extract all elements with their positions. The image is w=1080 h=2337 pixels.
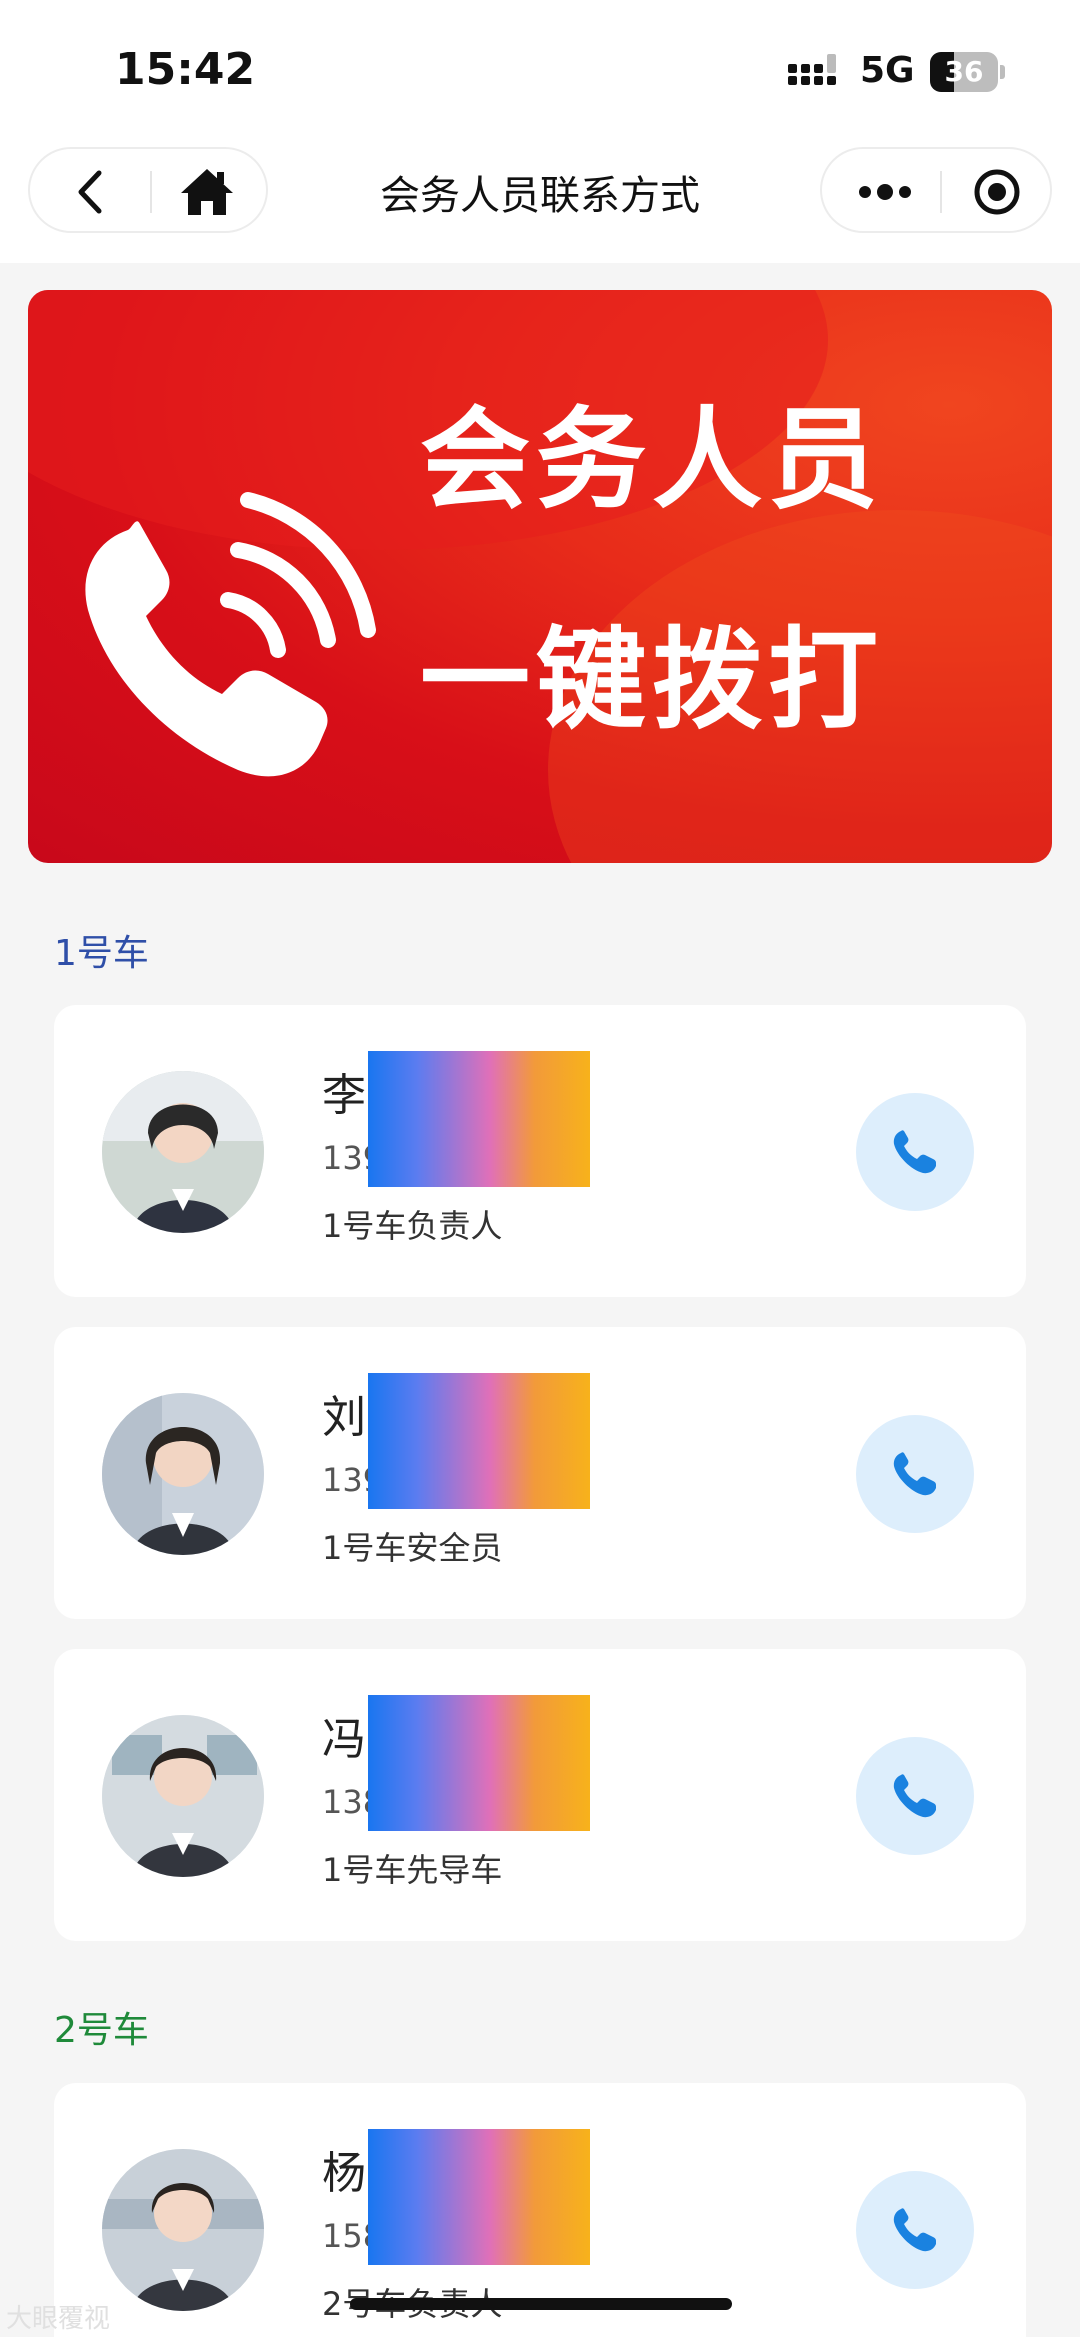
nav-bar: 会务人员联系方式 — [0, 135, 1080, 263]
contact-card[interactable]: 刘 139 1号车安全员 — [54, 1327, 1026, 1619]
avatar — [102, 2149, 264, 2311]
close-miniprogram-button[interactable] — [970, 167, 1024, 217]
phone-icon — [893, 1774, 936, 1818]
contact-card[interactable]: 李 139 1号车负责人 — [54, 1005, 1026, 1297]
home-icon — [181, 169, 233, 215]
avatar — [102, 1393, 264, 1555]
call-button[interactable] — [856, 1415, 974, 1533]
phone-icon — [893, 2208, 936, 2252]
banner-subtitle: 一键拨打 — [420, 616, 884, 744]
contact-role: 1号车先导车 — [322, 1851, 503, 1889]
redaction-block — [368, 1695, 590, 1831]
page-title: 会务人员联系方式 — [380, 173, 700, 219]
call-button[interactable] — [856, 1737, 974, 1855]
avatar — [102, 1715, 264, 1877]
signal-icon — [788, 54, 836, 85]
redaction-block — [368, 1051, 590, 1187]
call-button[interactable] — [856, 1093, 974, 1211]
contact-name: 杨 — [322, 2148, 366, 2199]
redaction-block — [368, 2129, 590, 2265]
more-dots-icon — [859, 184, 911, 200]
status-time: 15:42 — [115, 44, 256, 95]
banner-title: 会务人员 — [420, 396, 884, 524]
contact-card[interactable]: 冯 138 1号车先导车 — [54, 1649, 1026, 1941]
contact-role: 1号车负责人 — [322, 1207, 503, 1245]
home-button[interactable] — [175, 165, 239, 219]
section-title: 2号车 — [54, 2010, 149, 2051]
home-indicator — [350, 2298, 732, 2310]
phone-icon — [893, 1130, 936, 1174]
phone-icon — [893, 1452, 936, 1496]
nav-divider — [150, 171, 152, 213]
contact-name: 冯 — [322, 1714, 366, 1765]
section-title: 1号车 — [54, 933, 149, 974]
phone-ringing-icon — [85, 492, 376, 777]
back-button[interactable] — [60, 167, 120, 217]
battery-icon: 36 — [930, 52, 1006, 92]
nav-right-capsule — [820, 147, 1052, 233]
redaction-block — [368, 1373, 590, 1509]
contact-role: 1号车安全员 — [322, 1529, 503, 1567]
contact-name: 刘 — [322, 1392, 366, 1443]
avatar — [102, 1071, 264, 1233]
chevron-left-icon — [78, 170, 102, 214]
nav-divider — [940, 171, 942, 213]
target-circle-icon — [974, 169, 1020, 215]
status-bar: 15:42 5G 36 — [0, 0, 1080, 135]
nav-left-capsule — [28, 147, 268, 233]
watermark: 大眼覆视 — [6, 2304, 111, 2334]
more-button[interactable] — [850, 169, 920, 215]
call-button[interactable] — [856, 2171, 974, 2289]
banner: 会务人员 一键拨打 — [28, 290, 1052, 863]
battery-level: 36 — [944, 55, 984, 88]
contact-name: 李 — [322, 1070, 366, 1121]
network-label: 5G — [860, 50, 915, 91]
